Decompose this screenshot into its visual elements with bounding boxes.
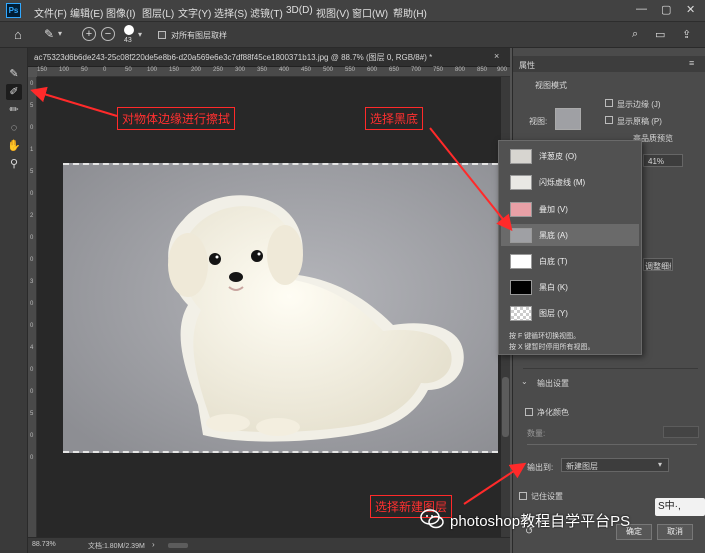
arrow-to-refine-brush: [30, 86, 118, 117]
annotation-arrows: [30, 86, 527, 505]
ime-indicator[interactable]: S中·,: [655, 498, 705, 516]
watermark-text: photoshop教程自学平台PS: [450, 513, 631, 530]
annotation-erase-edge: 对物体边缘进行擦拭: [117, 107, 236, 130]
arrow-to-new-layer: [463, 462, 527, 505]
arrow-to-on-black: [429, 127, 513, 232]
wechat-icon: [420, 509, 444, 529]
annotation-choose-black: 选择黑底: [365, 107, 424, 130]
